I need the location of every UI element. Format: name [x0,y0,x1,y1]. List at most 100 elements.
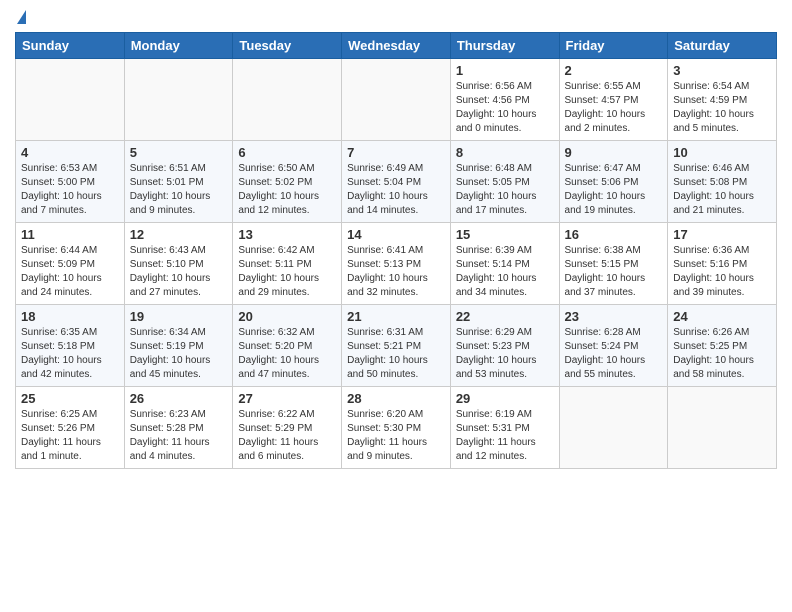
header [15,10,777,26]
calendar-cell: 4 Sunrise: 6:53 AM Sunset: 5:00 PM Daylig… [16,141,125,223]
calendar-week-row: 1 Sunrise: 6:56 AM Sunset: 4:56 PM Daylig… [16,59,777,141]
day-info: Sunrise: 6:49 AM Sunset: 5:04 PM Dayligh… [347,162,445,218]
day-info: Sunrise: 6:48 AM Sunset: 5:05 PM Dayligh… [456,162,554,218]
day-number: 14 [347,227,445,242]
calendar-cell: 24 Sunrise: 6:26 AM Sunset: 5:25 PM Dayli… [668,305,777,387]
calendar-cell: 2 Sunrise: 6:55 AM Sunset: 4:57 PM Daylig… [559,59,668,141]
day-info: Sunrise: 6:51 AM Sunset: 5:01 PM Dayligh… [130,162,228,218]
calendar-cell [124,59,233,141]
day-info: Sunrise: 6:55 AM Sunset: 4:57 PM Dayligh… [565,80,663,136]
day-number: 21 [347,309,445,324]
day-number: 20 [238,309,336,324]
day-number: 26 [130,391,228,406]
calendar-cell: 20 Sunrise: 6:32 AM Sunset: 5:20 PM Dayli… [233,305,342,387]
calendar-cell: 16 Sunrise: 6:38 AM Sunset: 5:15 PM Dayli… [559,223,668,305]
calendar-cell [16,59,125,141]
day-number: 25 [21,391,119,406]
day-info: Sunrise: 6:44 AM Sunset: 5:09 PM Dayligh… [21,244,119,300]
calendar-cell: 22Sunrise: 6:29 AM Sunset: 5:23 PM Dayli… [450,305,559,387]
day-number: 6 [238,145,336,160]
day-info: Sunrise: 6:25 AM Sunset: 5:26 PM Dayligh… [21,408,119,464]
calendar-cell: 13Sunrise: 6:42 AM Sunset: 5:11 PM Dayli… [233,223,342,305]
calendar-cell: 3 Sunrise: 6:54 AM Sunset: 4:59 PM Daylig… [668,59,777,141]
day-info: Sunrise: 6:35 AM Sunset: 5:18 PM Dayligh… [21,326,119,382]
day-info: Sunrise: 6:41 AM Sunset: 5:13 PM Dayligh… [347,244,445,300]
day-info: Sunrise: 6:23 AM Sunset: 5:28 PM Dayligh… [130,408,228,464]
day-number: 23 [565,309,663,324]
day-number: 28 [347,391,445,406]
day-info: Sunrise: 6:28 AM Sunset: 5:24 PM Dayligh… [565,326,663,382]
day-number: 16 [565,227,663,242]
calendar-cell: 27Sunrise: 6:22 AM Sunset: 5:29 PM Dayli… [233,387,342,469]
day-info: Sunrise: 6:36 AM Sunset: 5:16 PM Dayligh… [673,244,771,300]
logo [15,10,26,26]
calendar-table: SundayMondayTuesdayWednesdayThursdayFrid… [15,32,777,469]
day-number: 1 [456,63,554,78]
header-cell-saturday: Saturday [668,33,777,59]
logo-triangle-icon [17,10,26,24]
calendar-cell: 12 Sunrise: 6:43 AM Sunset: 5:10 PM Dayli… [124,223,233,305]
calendar-cell: 1 Sunrise: 6:56 AM Sunset: 4:56 PM Daylig… [450,59,559,141]
day-number: 29 [456,391,554,406]
day-number: 4 [21,145,119,160]
day-info: Sunrise: 6:54 AM Sunset: 4:59 PM Dayligh… [673,80,771,136]
calendar-cell: 14 Sunrise: 6:41 AM Sunset: 5:13 PM Dayli… [342,223,451,305]
day-number: 15 [456,227,554,242]
calendar-cell: 25 Sunrise: 6:25 AM Sunset: 5:26 PM Dayli… [16,387,125,469]
day-number: 17 [673,227,771,242]
day-number: 5 [130,145,228,160]
header-cell-wednesday: Wednesday [342,33,451,59]
day-number: 10 [673,145,771,160]
day-number: 24 [673,309,771,324]
day-number: 12 [130,227,228,242]
day-info: Sunrise: 6:34 AM Sunset: 5:19 PM Dayligh… [130,326,228,382]
calendar-cell: 23 Sunrise: 6:28 AM Sunset: 5:24 PM Dayli… [559,305,668,387]
day-info: Sunrise: 6:56 AM Sunset: 4:56 PM Dayligh… [456,80,554,136]
calendar-cell [342,59,451,141]
calendar-cell [559,387,668,469]
calendar-cell: 7 Sunrise: 6:49 AM Sunset: 5:04 PM Daylig… [342,141,451,223]
calendar-cell: 10 Sunrise: 6:46 AM Sunset: 5:08 PM Dayli… [668,141,777,223]
day-info: Sunrise: 6:50 AM Sunset: 5:02 PM Dayligh… [238,162,336,218]
calendar-cell: 19 Sunrise: 6:34 AM Sunset: 5:19 PM Dayli… [124,305,233,387]
calendar-cell: 29 Sunrise: 6:19 AM Sunset: 5:31 PM Dayli… [450,387,559,469]
day-info: Sunrise: 6:47 AM Sunset: 5:06 PM Dayligh… [565,162,663,218]
day-info: Sunrise: 6:32 AM Sunset: 5:20 PM Dayligh… [238,326,336,382]
day-number: 3 [673,63,771,78]
day-info: Sunrise: 6:38 AM Sunset: 5:15 PM Dayligh… [565,244,663,300]
day-number: 18 [21,309,119,324]
calendar-week-row: 11 Sunrise: 6:44 AM Sunset: 5:09 PM Dayli… [16,223,777,305]
day-info: Sunrise: 6:43 AM Sunset: 5:10 PM Dayligh… [130,244,228,300]
day-number: 8 [456,145,554,160]
day-info: Sunrise: 6:26 AM Sunset: 5:25 PM Dayligh… [673,326,771,382]
calendar-header-row: SundayMondayTuesdayWednesdayThursdayFrid… [16,33,777,59]
calendar-cell: 18 Sunrise: 6:35 AM Sunset: 5:18 PM Dayli… [16,305,125,387]
day-number: 2 [565,63,663,78]
calendar-cell: 15 Sunrise: 6:39 AM Sunset: 5:14 PM Dayli… [450,223,559,305]
day-info: Sunrise: 6:22 AM Sunset: 5:29 PM Dayligh… [238,408,336,464]
header-cell-tuesday: Tuesday [233,33,342,59]
calendar-cell: 9 Sunrise: 6:47 AM Sunset: 5:06 PM Daylig… [559,141,668,223]
day-info: Sunrise: 6:39 AM Sunset: 5:14 PM Dayligh… [456,244,554,300]
day-info: Sunrise: 6:29 AM Sunset: 5:23 PM Dayligh… [456,326,554,382]
day-number: 11 [21,227,119,242]
header-cell-sunday: Sunday [16,33,125,59]
calendar-cell: 26 Sunrise: 6:23 AM Sunset: 5:28 PM Dayli… [124,387,233,469]
calendar-cell [233,59,342,141]
day-info: Sunrise: 6:20 AM Sunset: 5:30 PM Dayligh… [347,408,445,464]
day-number: 19 [130,309,228,324]
header-cell-thursday: Thursday [450,33,559,59]
day-number: 7 [347,145,445,160]
calendar-cell: 5 Sunrise: 6:51 AM Sunset: 5:01 PM Daylig… [124,141,233,223]
calendar-cell: 6 Sunrise: 6:50 AM Sunset: 5:02 PM Daylig… [233,141,342,223]
day-info: Sunrise: 6:53 AM Sunset: 5:00 PM Dayligh… [21,162,119,218]
day-info: Sunrise: 6:19 AM Sunset: 5:31 PM Dayligh… [456,408,554,464]
calendar-cell: 21 Sunrise: 6:31 AM Sunset: 5:21 PM Dayli… [342,305,451,387]
header-cell-monday: Monday [124,33,233,59]
header-cell-friday: Friday [559,33,668,59]
day-number: 9 [565,145,663,160]
calendar-cell: 8 Sunrise: 6:48 AM Sunset: 5:05 PM Daylig… [450,141,559,223]
calendar-cell [668,387,777,469]
day-info: Sunrise: 6:31 AM Sunset: 5:21 PM Dayligh… [347,326,445,382]
day-info: Sunrise: 6:46 AM Sunset: 5:08 PM Dayligh… [673,162,771,218]
